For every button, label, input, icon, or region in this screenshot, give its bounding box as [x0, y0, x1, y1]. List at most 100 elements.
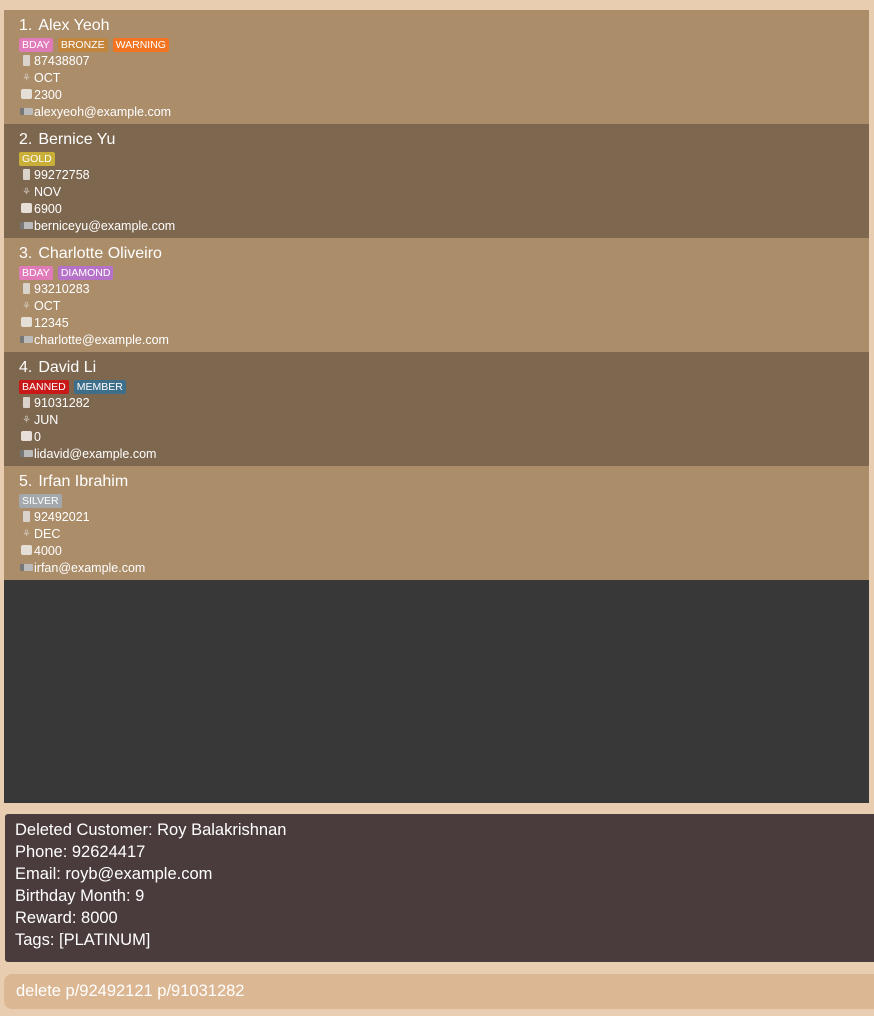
customer-phone: 87438807: [34, 54, 90, 68]
customer-phone: 93210283: [34, 282, 90, 296]
customer-email-field: lidavid@example.com: [19, 446, 854, 463]
tag-list: BANNED MEMBER: [19, 378, 854, 395]
phone-icon: [19, 283, 34, 296]
customer-email: berniceyu@example.com: [34, 219, 176, 233]
gift-icon: [19, 317, 34, 330]
tag-badge: MEMBER: [73, 379, 126, 394]
customer-reward: 0: [34, 430, 41, 444]
customer-name-line: 1. Alex Yeoh: [19, 16, 854, 36]
customer-card[interactable]: 4. David Li BANNED MEMBER 91031282 JUN 0 lidavi…: [4, 352, 869, 466]
cake-icon: [19, 186, 34, 199]
customer-email-field: charlotte@example.com: [19, 332, 854, 349]
tag-badge: BDAY: [19, 265, 53, 280]
customer-birthday-field: DEC: [19, 526, 854, 543]
cake-icon: [19, 528, 34, 541]
tag-list: SILVER: [19, 492, 854, 509]
gift-icon: [19, 545, 34, 558]
customer-name: Charlotte Oliveiro: [38, 245, 162, 262]
result-line: Phone: 92624417: [15, 843, 146, 861]
customer-birthday-field: OCT: [19, 298, 854, 315]
customer-card[interactable]: 1. Alex Yeoh BDAY BRONZE WARNING 87438807 OCT 2…: [4, 10, 869, 124]
customer-birthday-field: OCT: [19, 70, 854, 87]
customer-reward: 4000: [34, 544, 62, 558]
gift-icon: [19, 431, 34, 444]
tag-badge: BDAY: [19, 37, 53, 52]
customer-reward-field: 4000: [19, 543, 854, 560]
customer-email: lidavid@example.com: [34, 447, 157, 461]
cake-icon: [19, 414, 34, 427]
command-box[interactable]: [4, 974, 874, 1009]
customer-phone-field: 91031282: [19, 395, 854, 412]
customer-birthday: NOV: [34, 185, 62, 199]
customer-reward-field: 12345: [19, 315, 854, 332]
customer-index: 2.: [19, 131, 33, 148]
customer-birthday: OCT: [34, 71, 61, 85]
customer-index: 3.: [19, 245, 33, 262]
tag-badge: BRONZE: [57, 37, 108, 52]
tag-badge: SILVER: [19, 493, 62, 508]
gift-icon: [19, 89, 34, 102]
customer-card[interactable]: 2. Bernice Yu GOLD 99272758 NOV 6900 berniceyu…: [4, 124, 869, 238]
customer-name-line: 4. David Li: [19, 358, 854, 378]
phone-icon: [19, 55, 34, 68]
customer-phone: 92492021: [34, 510, 90, 524]
customer-email-field: irfan@example.com: [19, 560, 854, 577]
result-line: Birthday Month: 9: [15, 887, 145, 905]
customer-phone-field: 92492021: [19, 509, 854, 526]
customer-name: Alex Yeoh: [38, 17, 110, 34]
customer-reward-field: 2300: [19, 87, 854, 104]
mail-icon: [19, 220, 34, 233]
customer-birthday: DEC: [34, 527, 61, 541]
mail-icon: [19, 562, 34, 575]
mail-icon: [19, 334, 34, 347]
customer-email: alexyeoh@example.com: [34, 105, 172, 119]
phone-icon: [19, 397, 34, 410]
command-input[interactable]: [16, 982, 862, 1001]
result-line: Deleted Customer: Roy Balakrishnan: [15, 821, 287, 839]
customer-birthday: JUN: [34, 413, 59, 427]
tag-list: BDAY DIAMOND: [19, 264, 854, 281]
gift-icon: [19, 203, 34, 216]
customer-reward: 6900: [34, 202, 62, 216]
customer-reward: 12345: [34, 316, 69, 330]
customer-phone-field: 93210283: [19, 281, 854, 298]
customer-birthday-field: NOV: [19, 184, 854, 201]
customer-card[interactable]: 3. Charlotte Oliveiro BDAY DIAMOND 93210283 O…: [4, 238, 869, 352]
tag-list: BDAY BRONZE WARNING: [19, 36, 854, 53]
tag-badge: WARNING: [112, 37, 169, 52]
mail-icon: [19, 448, 34, 461]
result-line: Reward: 8000: [15, 909, 118, 927]
customer-reward-field: 0: [19, 429, 854, 446]
cake-icon: [19, 72, 34, 85]
customer-birthday-field: JUN: [19, 412, 854, 429]
customer-list-panel[interactable]: 1. Alex Yeoh BDAY BRONZE WARNING 87438807 OCT 2…: [4, 10, 869, 803]
customer-index: 5.: [19, 473, 33, 490]
customer-name-line: 3. Charlotte Oliveiro: [19, 244, 854, 264]
tag-badge: DIAMOND: [57, 265, 114, 280]
result-line: Tags: [PLATINUM]: [15, 931, 151, 949]
customer-index: 1.: [19, 17, 33, 34]
customer-phone-field: 99272758: [19, 167, 854, 184]
phone-icon: [19, 169, 34, 182]
result-line: Email: royb@example.com: [15, 865, 213, 883]
customer-email-field: alexyeoh@example.com: [19, 104, 854, 121]
customer-reward: 2300: [34, 88, 62, 102]
customer-name-line: 5. Irfan Ibrahim: [19, 472, 854, 492]
customer-phone: 91031282: [34, 396, 90, 410]
customer-name: Bernice Yu: [38, 131, 116, 148]
customer-birthday: OCT: [34, 299, 61, 313]
customer-reward-field: 6900: [19, 201, 854, 218]
result-display: Deleted Customer: Roy Balakrishnan Phone…: [5, 814, 874, 962]
customer-email: charlotte@example.com: [34, 333, 169, 347]
customer-phone-field: 87438807: [19, 53, 854, 70]
customer-phone: 99272758: [34, 168, 90, 182]
phone-icon: [19, 511, 34, 524]
customer-email-field: berniceyu@example.com: [19, 218, 854, 235]
tag-badge: GOLD: [19, 151, 55, 166]
customer-name: Irfan Ibrahim: [38, 473, 129, 490]
customer-name-line: 2. Bernice Yu: [19, 130, 854, 150]
customer-card[interactable]: 5. Irfan Ibrahim SILVER 92492021 DEC 4000 irfa…: [4, 466, 869, 580]
mail-icon: [19, 106, 34, 119]
tag-badge: BANNED: [19, 379, 69, 394]
cake-icon: [19, 300, 34, 313]
